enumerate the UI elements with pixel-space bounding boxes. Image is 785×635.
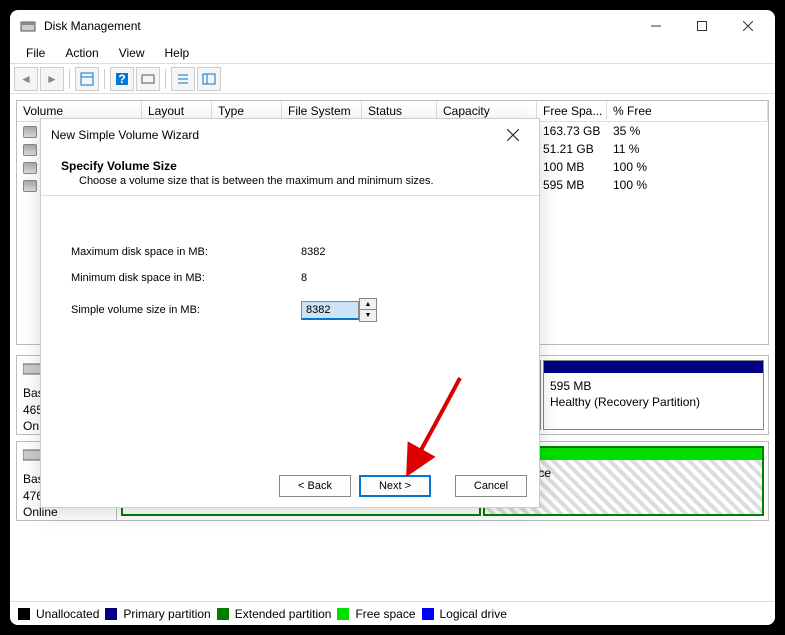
spinner-down-button[interactable]: ▼	[360, 310, 376, 321]
list-view-icon[interactable]	[171, 67, 195, 91]
menu-action[interactable]: Action	[55, 44, 108, 62]
partition-recovery[interactable]: 595 MBHealthy (Recovery Partition)	[543, 360, 764, 430]
volume-icon	[23, 126, 37, 138]
svg-text:?: ?	[118, 72, 125, 86]
wizard-titlebar: New Simple Volume Wizard	[41, 119, 539, 151]
detail-view-icon[interactable]	[197, 67, 221, 91]
swatch-logical-icon	[422, 608, 434, 620]
maximize-button[interactable]	[679, 10, 725, 42]
window-title: Disk Management	[44, 19, 633, 33]
app-icon	[20, 18, 36, 34]
back-icon[interactable]: ◄	[14, 67, 38, 91]
menu-bar: File Action View Help	[10, 42, 775, 64]
minimize-button[interactable]	[633, 10, 679, 42]
menu-file[interactable]: File	[16, 44, 55, 62]
new-simple-volume-wizard: New Simple Volume Wizard Specify Volume …	[40, 118, 540, 508]
legend: Unallocated Primary partition Extended p…	[10, 601, 775, 625]
volume-icon	[23, 162, 37, 174]
back-button[interactable]: < Back	[279, 475, 351, 497]
wizard-header: Specify Volume Size Choose a volume size…	[41, 151, 539, 196]
max-space-value: 8382	[301, 246, 325, 258]
min-space-value: 8	[301, 272, 307, 284]
next-button[interactable]: Next >	[359, 475, 431, 497]
wizard-heading: Specify Volume Size	[61, 159, 519, 173]
forward-icon[interactable]: ►	[40, 67, 64, 91]
swatch-free-icon	[337, 608, 349, 620]
help-icon[interactable]: ?	[110, 67, 134, 91]
titlebar: Disk Management	[10, 10, 775, 42]
wizard-footer: < Back Next > Cancel	[41, 465, 539, 507]
wizard-title: New Simple Volume Wizard	[51, 128, 497, 142]
volume-icon	[23, 144, 37, 156]
min-space-label: Minimum disk space in MB:	[71, 272, 301, 284]
refresh-icon[interactable]	[136, 67, 160, 91]
view-settings-icon[interactable]	[75, 67, 99, 91]
volume-icon	[23, 180, 37, 192]
cancel-button[interactable]: Cancel	[455, 475, 527, 497]
volume-size-spinner: ▲ ▼	[301, 298, 377, 322]
swatch-primary-icon	[105, 608, 117, 620]
col-pct[interactable]: % Free	[607, 101, 768, 121]
swatch-extended-icon	[217, 608, 229, 620]
swatch-unallocated-icon	[18, 608, 30, 620]
spinner-up-button[interactable]: ▲	[360, 299, 376, 310]
size-label: Simple volume size in MB:	[71, 304, 301, 316]
max-space-label: Maximum disk space in MB:	[71, 246, 301, 258]
wizard-subheading: Choose a volume size that is between the…	[61, 175, 519, 187]
menu-help[interactable]: Help	[155, 44, 200, 62]
menu-view[interactable]: View	[109, 44, 155, 62]
col-free[interactable]: Free Spa...	[537, 101, 607, 121]
wizard-close-button[interactable]	[497, 119, 529, 151]
volume-size-input[interactable]	[301, 301, 359, 320]
toolbar: ◄ ► ?	[10, 64, 775, 94]
close-button[interactable]	[725, 10, 771, 42]
